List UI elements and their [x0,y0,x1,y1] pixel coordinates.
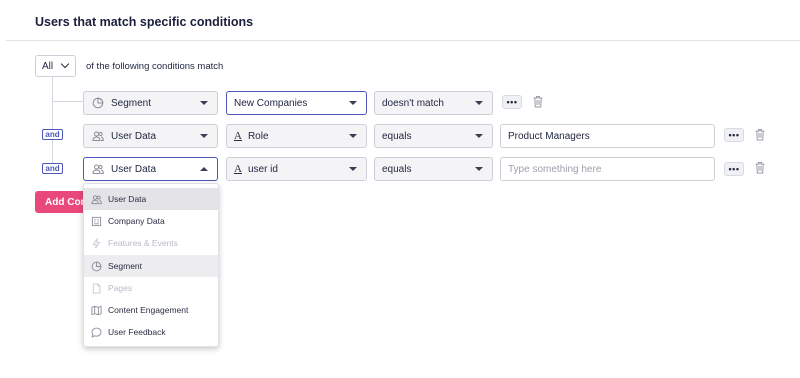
row-2-operator-label: equals [382,130,412,142]
match-mode-value: All [42,60,54,72]
caret-down-icon [200,101,208,105]
row-1-more-button[interactable]: ••• [502,95,522,109]
row-1-operator-label: doesn't match [382,97,444,109]
caret-up-icon [200,167,208,171]
menu-item-label: Pages [108,283,133,293]
row-3-trash-icon[interactable] [754,161,766,174]
divider [6,40,800,41]
menu-item-features-events: Features & Events [84,232,218,254]
row-2-attribute-select[interactable]: A Role [226,124,367,148]
match-mode-select[interactable]: All [35,55,76,77]
caret-down-icon [200,134,208,138]
menu-item-pages: Pages [84,277,218,299]
row-3-value-placeholder: Type something here [508,163,602,175]
lightning-icon [91,237,102,249]
row-3-attribute-label: user id [247,163,278,175]
tree-connector-line [52,77,53,170]
match-mode-text: of the following conditions match [86,61,224,72]
row-2-operator-select[interactable]: equals [374,124,493,148]
row-1-operator-select[interactable]: doesn't match [374,91,493,115]
menu-item-label: User Data [108,194,147,204]
row-3-attribute-select[interactable]: A user id [226,157,367,181]
row-2-attribute-label: Role [247,130,269,142]
menu-item-label: User Feedback [108,327,166,337]
menu-item-label: Features & Events [108,238,178,248]
and-connector-badge: and [42,129,63,140]
row-2-source-select[interactable]: User Data [83,124,218,148]
row-2-more-button[interactable]: ••• [724,128,744,142]
tree-branch-line [52,101,83,102]
row-3-value-input[interactable]: Type something here [500,157,715,181]
row-3-more-button[interactable]: ••• [724,162,744,176]
row-2-trash-icon[interactable] [754,128,766,141]
source-dropdown-menu: User Data Company Data Features & Events… [83,183,219,347]
row-1-source-select[interactable]: Segment [83,91,218,115]
pie-chart-icon [91,261,102,272]
row-3-operator-label: equals [382,163,412,175]
menu-item-content-engagement[interactable]: Content Engagement [84,299,218,321]
menu-item-company-data[interactable]: Company Data [84,210,218,232]
caret-down-icon [349,134,357,138]
building-icon [91,216,102,227]
menu-item-user-feedback[interactable]: User Feedback [84,321,218,343]
row-1-attribute-label: New Companies [234,97,308,109]
users-icon [92,130,104,142]
row-3-source-select[interactable]: User Data [83,157,218,181]
chat-bubble-icon [91,327,102,338]
caret-down-icon [475,167,483,171]
text-attribute-icon: A [234,130,242,142]
section-title: Users that match specific conditions [35,15,254,29]
row-1-source-label: Segment [111,97,152,109]
row-3-source-label: User Data [111,163,157,175]
row-2-value-input[interactable]: Product Managers [500,124,715,148]
users-icon [92,163,104,175]
text-attribute-icon: A [234,163,242,175]
menu-item-label: Company Data [108,216,165,226]
pie-chart-icon [92,97,104,109]
caret-down-icon [475,101,483,105]
caret-down-icon [349,167,357,171]
row-2-source-label: User Data [111,130,157,142]
row-1-trash-icon[interactable] [532,95,544,108]
caret-down-icon [475,134,483,138]
chevron-down-icon [60,59,70,69]
caret-down-icon [349,101,357,105]
menu-item-user-data[interactable]: User Data [84,188,218,210]
menu-item-segment[interactable]: Segment [84,255,218,277]
menu-item-label: Segment [108,261,143,271]
users-icon [91,194,102,205]
and-connector-badge: and [42,163,63,174]
conditions-panel: Users that match specific conditions All… [0,0,800,378]
menu-item-label: Content Engagement [108,305,189,315]
document-icon [91,282,102,294]
row-1-attribute-select[interactable]: New Companies [226,91,367,115]
row-3-operator-select[interactable]: equals [374,157,493,181]
row-2-value-text: Product Managers [508,130,590,142]
map-icon [91,305,102,316]
